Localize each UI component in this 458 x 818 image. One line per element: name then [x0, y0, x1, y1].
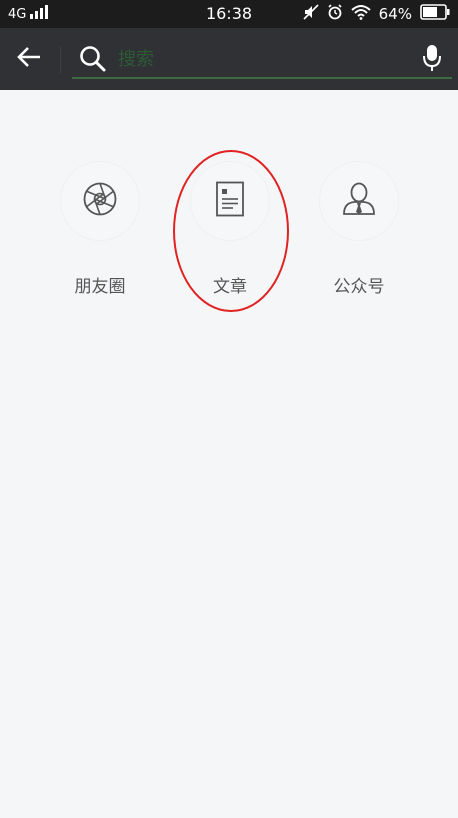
category-icon-circle: [191, 162, 269, 240]
shutter-icon: [82, 181, 118, 221]
wifi-icon: [350, 4, 371, 24]
search-bar: [0, 28, 458, 90]
voice-search-button[interactable]: [418, 44, 446, 76]
back-arrow-icon: [16, 46, 42, 72]
microphone-icon: [423, 44, 441, 76]
toolbar-divider: [60, 46, 61, 74]
article-icon: [215, 181, 245, 221]
mute-icon: [303, 4, 319, 24]
battery-icon: [420, 4, 450, 24]
category-label: 文章: [213, 277, 247, 297]
category-label: 朋友圈: [74, 277, 126, 297]
category-moments[interactable]: 朋友圈: [40, 162, 160, 312]
battery-percent: 64%: [378, 5, 412, 23]
official-account-icon: [341, 181, 377, 221]
status-right: 64%: [303, 4, 450, 24]
back-button[interactable]: [10, 42, 48, 76]
search-underline: [72, 77, 452, 79]
alarm-icon: [327, 4, 343, 24]
category-icon-circle: [320, 162, 398, 240]
search-category-list: 朋友圈 文章 公众号: [0, 90, 458, 390]
category-official-accounts[interactable]: 公众号: [299, 162, 419, 312]
category-articles[interactable]: 文章: [170, 162, 290, 312]
category-label: 公众号: [333, 277, 385, 297]
category-icon-circle: [61, 162, 139, 240]
status-bar: 4G 16:38 64%: [0, 0, 458, 28]
search-icon: [78, 44, 108, 74]
search-input[interactable]: [116, 42, 400, 76]
